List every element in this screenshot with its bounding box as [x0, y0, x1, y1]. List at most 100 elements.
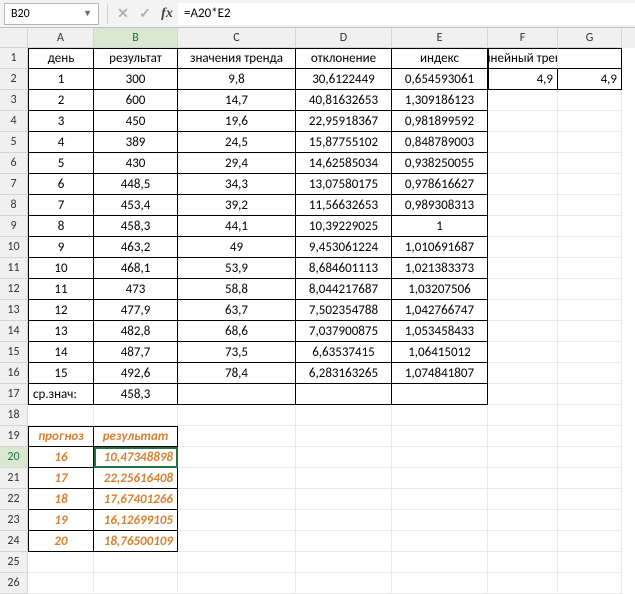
column-header-C[interactable]: C: [178, 28, 296, 48]
header-linear-trend[interactable]: линейный тренд: [488, 48, 558, 69]
row-header-18[interactable]: 18: [0, 405, 28, 426]
chevron-down-icon[interactable]: ▼: [83, 8, 92, 19]
cell[interactable]: [558, 48, 622, 69]
cell-deviation[interactable]: 9,453061224: [296, 237, 392, 258]
row-header-14[interactable]: 14: [0, 321, 28, 342]
cell[interactable]: [558, 405, 622, 426]
cell[interactable]: [296, 489, 392, 510]
forecast-a[interactable]: 19: [28, 510, 94, 531]
cell-day[interactable]: 11: [28, 279, 94, 300]
row-header-19[interactable]: 19: [0, 426, 28, 447]
cell[interactable]: [28, 552, 94, 573]
cell[interactable]: [488, 153, 558, 174]
forecast-b[interactable]: 10,47348898: [94, 447, 178, 468]
cell[interactable]: [488, 489, 558, 510]
cell-result[interactable]: 300: [94, 69, 178, 90]
forecast-a[interactable]: 18: [28, 489, 94, 510]
cell[interactable]: [558, 531, 622, 552]
enter-icon[interactable]: ✓: [134, 5, 156, 22]
cell[interactable]: [28, 405, 94, 426]
cell-trend[interactable]: 39,2: [178, 195, 296, 216]
column-header-G[interactable]: G: [558, 28, 622, 48]
cell-day[interactable]: 2: [28, 90, 94, 111]
column-header-B[interactable]: B: [94, 28, 178, 48]
row-header-22[interactable]: 22: [0, 489, 28, 510]
row-header-5[interactable]: 5: [0, 132, 28, 153]
cell-trend[interactable]: 63,7: [178, 300, 296, 321]
cell-result[interactable]: 468,1: [94, 258, 178, 279]
row-header-4[interactable]: 4: [0, 111, 28, 132]
cell[interactable]: [558, 573, 622, 594]
cell-deviation[interactable]: 13,07580175: [296, 174, 392, 195]
cell[interactable]: [558, 279, 622, 300]
cell-day[interactable]: 4: [28, 132, 94, 153]
forecast-a[interactable]: 17: [28, 468, 94, 489]
cell-trend[interactable]: 34,3: [178, 174, 296, 195]
cell-day[interactable]: 5: [28, 153, 94, 174]
cell[interactable]: [558, 552, 622, 573]
cell-index[interactable]: 1,010691687: [392, 237, 488, 258]
cell-deviation[interactable]: 22,95918367: [296, 111, 392, 132]
cell[interactable]: [296, 426, 392, 447]
cell[interactable]: [296, 468, 392, 489]
row-header-24[interactable]: 24: [0, 531, 28, 552]
cell[interactable]: [488, 447, 558, 468]
cell[interactable]: [488, 279, 558, 300]
row-header-10[interactable]: 10: [0, 237, 28, 258]
cell[interactable]: [178, 531, 296, 552]
cell-day[interactable]: 12: [28, 300, 94, 321]
cell[interactable]: [296, 552, 392, 573]
cell-deviation[interactable]: 7,037900875: [296, 321, 392, 342]
cell-index[interactable]: 0,938250055: [392, 153, 488, 174]
row-header-23[interactable]: 23: [0, 510, 28, 531]
cell-trend[interactable]: 73,5: [178, 342, 296, 363]
cell-day[interactable]: 14: [28, 342, 94, 363]
header-deviation[interactable]: отклонение: [296, 48, 392, 69]
cell[interactable]: [488, 90, 558, 111]
forecast-b[interactable]: 16,12699105: [94, 510, 178, 531]
cell[interactable]: [392, 447, 488, 468]
cell-index[interactable]: 0,848789003: [392, 132, 488, 153]
header-result[interactable]: результат: [94, 48, 178, 69]
column-header-D[interactable]: D: [296, 28, 392, 48]
cell-deviation[interactable]: 14,62585034: [296, 153, 392, 174]
cell-result[interactable]: 477,9: [94, 300, 178, 321]
cell[interactable]: [558, 195, 622, 216]
row-header-6[interactable]: 6: [0, 153, 28, 174]
cell[interactable]: [488, 342, 558, 363]
cell[interactable]: [558, 363, 622, 384]
cell-day[interactable]: 13: [28, 321, 94, 342]
select-all-corner[interactable]: [0, 28, 28, 48]
cell-deviation[interactable]: 8,044217687: [296, 279, 392, 300]
cell-trend[interactable]: 49: [178, 237, 296, 258]
cell[interactable]: [178, 447, 296, 468]
cell[interactable]: [488, 321, 558, 342]
cell-day[interactable]: 8: [28, 216, 94, 237]
formula-input[interactable]: =A20*E2: [178, 3, 635, 25]
cell[interactable]: [558, 237, 622, 258]
cell[interactable]: [558, 300, 622, 321]
cell[interactable]: [488, 384, 558, 405]
cell[interactable]: [558, 468, 622, 489]
cell[interactable]: [488, 531, 558, 552]
cell-result[interactable]: 463,2: [94, 237, 178, 258]
cell-trend[interactable]: 58,8: [178, 279, 296, 300]
forecast-b[interactable]: 17,67401266: [94, 489, 178, 510]
row-header-2[interactable]: 2: [0, 69, 28, 90]
cell-lin-g[interactable]: 4,9: [558, 69, 622, 90]
cell-trend[interactable]: 53,9: [178, 258, 296, 279]
row-header-20[interactable]: 20: [0, 447, 28, 468]
fx-icon[interactable]: fx: [156, 6, 178, 22]
cell-result[interactable]: 487,7: [94, 342, 178, 363]
row-header-1[interactable]: 1: [0, 48, 28, 69]
forecast-b[interactable]: 18,76500109: [94, 531, 178, 552]
cell-result[interactable]: 600: [94, 90, 178, 111]
cell-result[interactable]: 389: [94, 132, 178, 153]
cell[interactable]: [488, 216, 558, 237]
cell[interactable]: [178, 552, 296, 573]
cell[interactable]: [94, 573, 178, 594]
cell[interactable]: [94, 552, 178, 573]
cell[interactable]: [296, 384, 392, 405]
row-header-17[interactable]: 17: [0, 384, 28, 405]
cell[interactable]: [296, 531, 392, 552]
